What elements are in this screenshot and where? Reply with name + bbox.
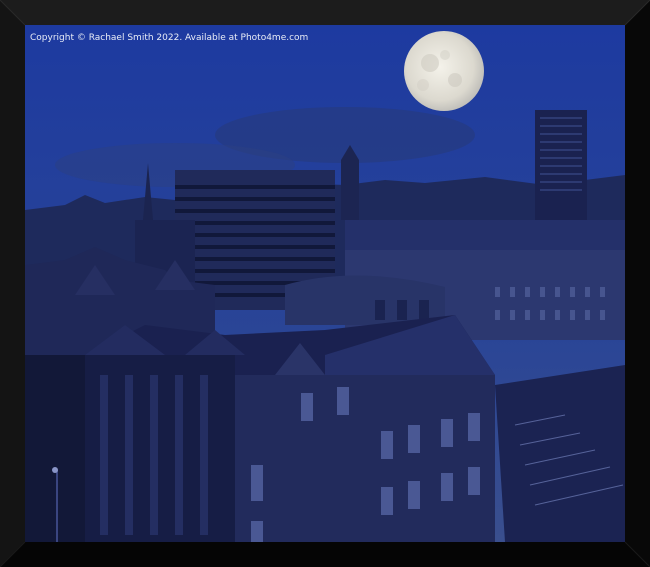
copyright-text: Copyright © Rachael Smith 2022. Availabl… bbox=[30, 33, 308, 43]
night-city-photo: Copyright © Rachael Smith 2022. Availabl… bbox=[25, 25, 625, 542]
picture-frame: Copyright © Rachael Smith 2022. Availabl… bbox=[0, 0, 650, 567]
city-scene: Copyright © Rachael Smith 2022. Availabl… bbox=[25, 25, 625, 542]
road bbox=[495, 365, 625, 542]
full-moon bbox=[404, 31, 484, 111]
tower bbox=[341, 160, 359, 220]
